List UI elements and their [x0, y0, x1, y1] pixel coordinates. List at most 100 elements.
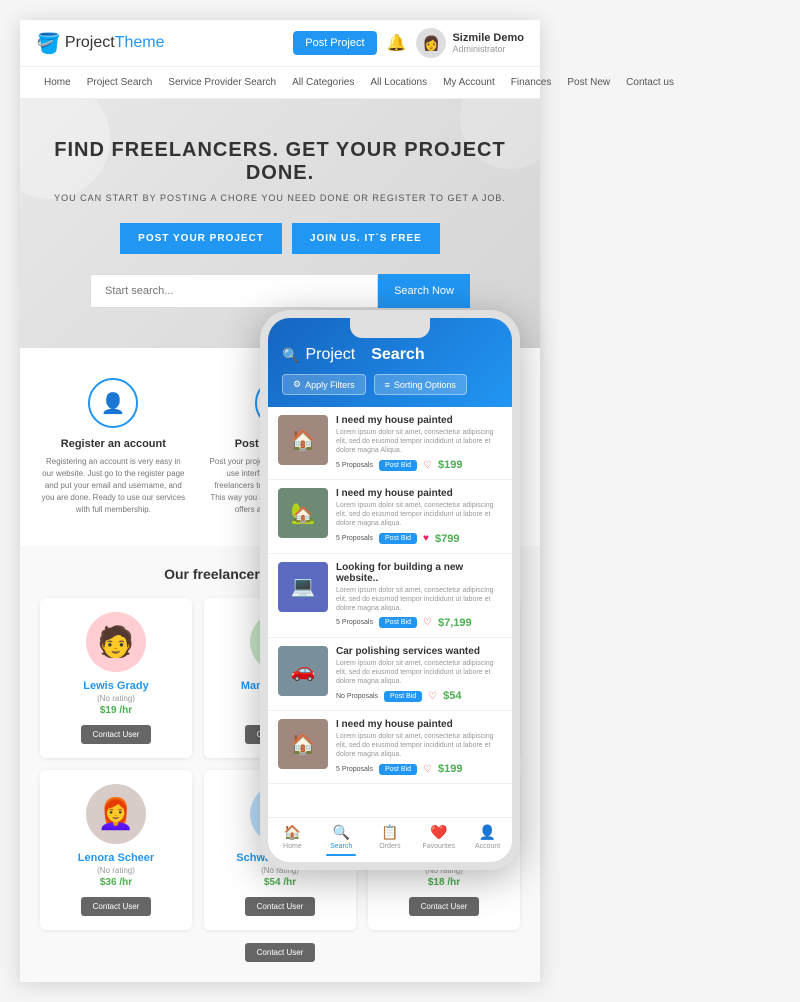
- logo-icon: 🪣: [36, 31, 61, 56]
- project-item-2[interactable]: 🏡 I need my house painted Lorem ipsum do…: [268, 480, 512, 553]
- project-meta-1: 5 Proposals Post Bid ♡ $199: [336, 459, 502, 471]
- price-2: $799: [435, 533, 459, 545]
- project-thumb-3: 💻: [278, 562, 328, 612]
- project-title-5: I need my house painted: [336, 719, 502, 730]
- contact-button-lewis[interactable]: Contact User: [81, 725, 152, 744]
- site-header: 🪣 Project Theme Post Project 🔔 👩 Sizmile…: [20, 20, 540, 67]
- project-item-4[interactable]: 🚗 Car polishing services wanted Lorem ip…: [268, 638, 512, 711]
- post-bid-button-2[interactable]: Post Bid: [379, 533, 417, 544]
- heart-icon-1[interactable]: ♡: [423, 460, 432, 471]
- price-5: $199: [438, 763, 462, 775]
- nav-post-new[interactable]: Post New: [559, 67, 618, 98]
- project-desc-1: Lorem ipsum dolor sit amet, consectetur …: [336, 428, 502, 455]
- heart-icon-4[interactable]: ♡: [428, 691, 437, 702]
- contact-button-extra[interactable]: Contact User: [245, 943, 316, 962]
- phone-bottom-nav: 🏠 Home 🔍 Search 📋 Orders: [268, 817, 512, 862]
- project-title-4: Car polishing services wanted: [336, 646, 502, 657]
- phone-overlay: 🔍 Project Search ⚙ Apply Filters ≡: [260, 310, 540, 910]
- post-bid-button-5[interactable]: Post Bid: [379, 764, 417, 775]
- nav-project-search[interactable]: Project Search: [79, 67, 161, 98]
- phone-nav-favourites[interactable]: ❤️ Favourites: [414, 824, 463, 856]
- freelancer-avatar-lenora: 👩‍🦰: [86, 784, 146, 844]
- nav-account[interactable]: My Account: [435, 67, 503, 98]
- phone-nav-search[interactable]: 🔍 Search: [317, 824, 366, 856]
- proposals-count-1: 5 Proposals: [336, 462, 373, 469]
- project-info-5: I need my house painted Lorem ipsum dolo…: [336, 719, 502, 775]
- account-nav-label: Account: [475, 843, 500, 850]
- orders-nav-label: Orders: [379, 843, 400, 850]
- apply-filters-button[interactable]: ⚙ Apply Filters: [282, 374, 366, 395]
- project-desc-3: Lorem ipsum dolor sit amet, consectetur …: [336, 586, 502, 613]
- logo-theme-text: Theme: [115, 34, 165, 52]
- notification-bell-icon[interactable]: 🔔: [387, 33, 407, 53]
- phone-project-list: 🏠 I need my house painted Lorem ipsum do…: [268, 407, 512, 817]
- user-name: Sizmile Demo: [452, 32, 524, 44]
- nav-service-provider[interactable]: Service Provider Search: [160, 67, 284, 98]
- heart-icon-5[interactable]: ♡: [423, 764, 432, 775]
- nav-contact[interactable]: Contact us: [618, 67, 682, 98]
- heart-icon-2[interactable]: ♥: [423, 533, 429, 544]
- project-title-2: I need my house painted: [336, 488, 502, 499]
- project-thumb-4: 🚗: [278, 646, 328, 696]
- freelancer-rate-lenora: $36 /hr: [50, 877, 182, 888]
- proposals-count-2: 5 Proposals: [336, 535, 373, 542]
- freelancer-rating-lenora: (No rating): [50, 866, 182, 875]
- price-1: $199: [438, 459, 462, 471]
- user-info: 👩 Sizmile Demo Administrator: [416, 28, 524, 58]
- search-bar: Search Now: [90, 274, 470, 308]
- search-nav-icon: 🔍: [332, 824, 349, 841]
- post-bid-button-1[interactable]: Post Bid: [379, 460, 417, 471]
- phone-search-icon: 🔍: [282, 347, 299, 364]
- phone-nav-orders[interactable]: 📋 Orders: [366, 824, 415, 856]
- nav-locations[interactable]: All Locations: [362, 67, 435, 98]
- search-input[interactable]: [90, 274, 378, 308]
- feature-register: 👤 Register an account Registering an acc…: [40, 378, 187, 516]
- sorting-options-label: Sorting Options: [394, 380, 456, 390]
- project-item-3[interactable]: 💻 Looking for building a new website.. L…: [268, 554, 512, 638]
- phone-notch: [350, 318, 430, 338]
- nav-categories[interactable]: All Categories: [284, 67, 362, 98]
- project-thumb-1: 🏠: [278, 415, 328, 465]
- phone-title-search: Search: [371, 346, 424, 364]
- project-info-1: I need my house painted Lorem ipsum dolo…: [336, 415, 502, 471]
- nav-home[interactable]: Home: [36, 67, 79, 98]
- project-info-2: I need my house painted Lorem ipsum dolo…: [336, 488, 502, 544]
- proposals-count-4: No Proposals: [336, 693, 378, 700]
- hero-post-project-button[interactable]: POST YOUR PROJECT: [120, 223, 282, 254]
- favourites-nav-icon: ❤️: [430, 824, 447, 841]
- project-item-1[interactable]: 🏠 I need my house painted Lorem ipsum do…: [268, 407, 512, 480]
- freelancer-name-lenora: Lenora Scheer: [50, 852, 182, 864]
- price-3: $7,199: [438, 617, 472, 629]
- hero-join-button[interactable]: JOIN US. IT`S FREE: [292, 223, 440, 254]
- project-thumb-2: 🏡: [278, 488, 328, 538]
- nav-finances[interactable]: Finances: [503, 67, 560, 98]
- post-bid-button-4[interactable]: Post Bid: [384, 691, 422, 702]
- phone-nav-home[interactable]: 🏠 Home: [268, 824, 317, 856]
- price-4: $54: [443, 690, 461, 702]
- project-info-4: Car polishing services wanted Lorem ipsu…: [336, 646, 502, 702]
- project-meta-2: 5 Proposals Post Bid ♥ $799: [336, 533, 502, 545]
- project-desc-4: Lorem ipsum dolor sit amet, consectetur …: [336, 659, 502, 686]
- post-project-header-button[interactable]: Post Project: [293, 31, 376, 55]
- search-button[interactable]: Search Now: [378, 274, 470, 308]
- project-item-5[interactable]: 🏠 I need my house painted Lorem ipsum do…: [268, 711, 512, 784]
- nav-active-indicator: [326, 854, 356, 856]
- user-role: Administrator: [452, 44, 524, 54]
- header-right: Post Project 🔔 👩 Sizmile Demo Administra…: [293, 28, 524, 58]
- contact-button-lenora[interactable]: Contact User: [81, 897, 152, 916]
- project-info-3: Looking for building a new website.. Lor…: [336, 562, 502, 629]
- sorting-options-button[interactable]: ≡ Sorting Options: [374, 374, 467, 395]
- phone-filter-bar: ⚙ Apply Filters ≡ Sorting Options: [282, 374, 498, 395]
- feature-register-desc: Registering an account is very easy in o…: [40, 456, 187, 516]
- heart-icon-3[interactable]: ♡: [423, 617, 432, 628]
- proposals-count-3: 5 Proposals: [336, 619, 373, 626]
- sort-icon: ≡: [385, 380, 390, 390]
- hero-title: FIND FREELANCERS. GET YOUR PROJECT DONE.: [40, 139, 520, 185]
- post-bid-button-3[interactable]: Post Bid: [379, 617, 417, 628]
- favourites-nav-label: Favourites: [422, 843, 455, 850]
- freelancer-avatar-lewis: 🧑: [86, 612, 146, 672]
- phone-nav-account[interactable]: 👤 Account: [463, 824, 512, 856]
- apply-filters-label: Apply Filters: [305, 380, 355, 390]
- search-nav-label: Search: [330, 843, 352, 850]
- filter-icon: ⚙: [293, 379, 301, 390]
